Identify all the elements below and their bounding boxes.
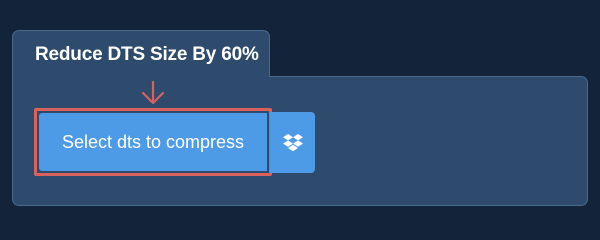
- select-file-button[interactable]: Select dts to compress: [39, 113, 267, 171]
- dropbox-button[interactable]: [270, 112, 315, 173]
- dropbox-icon: [282, 133, 303, 151]
- panel-title: Reduce DTS Size By 60%: [35, 44, 259, 65]
- page: Reduce DTS Size By 60% Select dts to com…: [0, 0, 600, 230]
- down-arrow-icon: [141, 80, 165, 105]
